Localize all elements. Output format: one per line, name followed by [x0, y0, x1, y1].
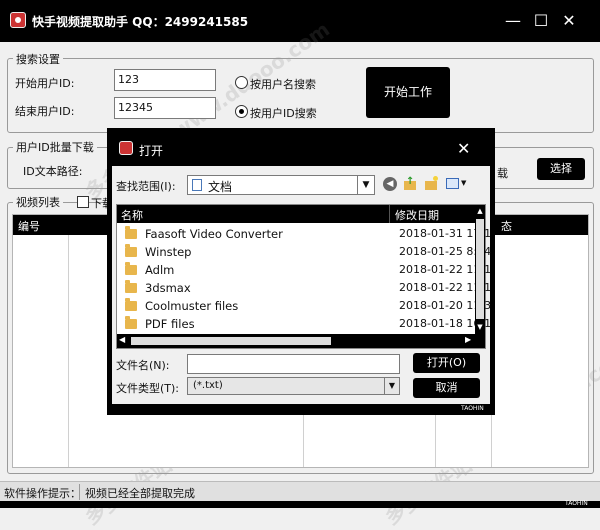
app-logo-icon	[10, 12, 26, 28]
scroll-down-icon[interactable]: ▼	[475, 321, 485, 333]
search-settings-legend: 搜索设置	[13, 51, 63, 67]
dialog-brand-text: TAOHIN	[461, 405, 484, 412]
horizontal-scrollbar[interactable]: ◀ ▶	[117, 334, 485, 348]
folder-icon	[125, 244, 137, 257]
folder-icon	[125, 316, 137, 329]
folder-icon	[125, 280, 137, 293]
new-folder-icon[interactable]	[424, 176, 439, 191]
bottom-brand-bar: TAOHIN	[0, 500, 600, 508]
file-name: Coolmuster files	[145, 299, 239, 313]
scroll-up-icon[interactable]: ▲	[475, 205, 485, 217]
status-bar: 软件操作提示： 视频已经全部提取完成	[0, 481, 600, 501]
list-item[interactable]: Winstep 2018-01-25 8:54	[117, 243, 491, 261]
status-divider	[79, 484, 80, 500]
choose-file-button[interactable]: 选择	[537, 158, 585, 180]
batch-download-legend: 用户ID批量下载	[13, 139, 97, 155]
scroll-right-icon[interactable]: ▶	[465, 335, 471, 344]
list-item[interactable]: Coolmuster files 2018-01-20 11:3	[117, 297, 491, 315]
dialog-body: 查找范围(I): 文档 ▼ ◀ ↑ ▼ 名称 修改日期 Faasoft Vide…	[112, 166, 491, 404]
column-name[interactable]: 名称	[121, 207, 143, 223]
folder-icon	[125, 298, 137, 311]
end-id-input[interactable]: 12345	[114, 97, 216, 119]
dialog-title: 打开	[139, 144, 164, 158]
chevron-down-icon[interactable]: ▼	[357, 176, 374, 194]
download-checkbox[interactable]	[77, 196, 89, 208]
search-settings-group	[7, 58, 594, 133]
list-item[interactable]: Faasoft Video Converter 2018-01-31 17:1	[117, 225, 491, 243]
search-by-name-radio[interactable]	[235, 76, 248, 89]
file-name: PDF files	[145, 317, 195, 331]
list-item[interactable]: PDF files 2018-01-18 16:1	[117, 315, 491, 333]
start-id-input[interactable]: 123	[114, 69, 216, 91]
filetype-value: (*.txt)	[193, 380, 223, 391]
file-list-header: 名称 修改日期	[117, 205, 475, 223]
filename-label: 文件名(N):	[116, 359, 170, 372]
lookin-dropdown[interactable]: 文档 ▼	[187, 175, 375, 195]
dialog-logo-icon	[119, 141, 133, 155]
column-number[interactable]: 编号	[18, 218, 40, 234]
list-item[interactable]: 3dsmax 2018-01-22 11:1	[117, 279, 491, 297]
end-id-label: 结束用户ID:	[15, 105, 75, 118]
document-icon	[192, 179, 202, 191]
column-date[interactable]: 修改日期	[395, 207, 439, 223]
scrollbar-thumb[interactable]	[476, 219, 484, 319]
header-divider	[389, 205, 390, 223]
open-file-dialog: 打开 ✕ 查找范围(I): 文档 ▼ ◀ ↑ ▼ 名称 修改日期 Faasoft…	[107, 128, 495, 415]
close-button[interactable]: ✕	[556, 8, 582, 34]
column-divider	[68, 235, 69, 467]
app-title: 快手视频提取助手 QQ：2499241585	[32, 15, 249, 29]
open-button[interactable]: 打开(O)	[413, 353, 480, 373]
filetype-dropdown[interactable]: (*.txt) ▼	[187, 377, 400, 395]
search-by-id-radio[interactable]	[235, 105, 248, 118]
view-menu-icon[interactable]: ▼	[446, 176, 468, 191]
search-by-name-label: 按用户名搜索	[250, 78, 316, 91]
back-icon[interactable]: ◀	[383, 177, 397, 191]
file-name: Adlm	[145, 263, 175, 277]
folder-icon	[125, 262, 137, 275]
start-id-label: 开始用户ID:	[15, 77, 75, 90]
dialog-close-button[interactable]: ✕	[457, 139, 470, 158]
minimize-button[interactable]: —	[500, 8, 526, 34]
cancel-button[interactable]: 取消	[413, 378, 480, 398]
file-name: Faasoft Video Converter	[145, 227, 283, 241]
filetype-label: 文件类型(T):	[116, 382, 180, 395]
status-message: 视频已经全部提取完成	[85, 487, 195, 500]
column-status[interactable]: 态	[501, 218, 512, 234]
download-label: 载	[497, 167, 508, 180]
list-item[interactable]: Adlm 2018-01-22 11:1	[117, 261, 491, 279]
vertical-scrollbar[interactable]: ▲ ▼	[475, 205, 485, 334]
maximize-button[interactable]: ☐	[528, 8, 554, 34]
id-path-label: ID文本路径:	[23, 165, 83, 178]
brand-text: TAOHIN	[565, 500, 588, 507]
file-name: Winstep	[145, 245, 192, 259]
folder-icon	[125, 226, 137, 239]
search-by-id-label: 按用户ID搜索	[250, 107, 317, 120]
video-list-legend: 视频列表	[13, 194, 63, 210]
file-name: 3dsmax	[145, 281, 191, 295]
scroll-left-icon[interactable]: ◀	[119, 335, 125, 344]
up-folder-icon[interactable]: ↑	[402, 176, 417, 191]
status-label: 软件操作提示：	[4, 487, 81, 500]
scrollbar-thumb[interactable]	[131, 337, 331, 345]
lookin-label: 查找范围(I):	[116, 180, 176, 193]
lookin-value: 文档	[208, 180, 233, 194]
start-work-button[interactable]: 开始工作	[366, 67, 450, 118]
file-list[interactable]: 名称 修改日期 Faasoft Video Converter 2018-01-…	[116, 204, 491, 349]
chevron-down-icon[interactable]: ▼	[384, 378, 399, 394]
filename-input[interactable]	[187, 354, 400, 374]
